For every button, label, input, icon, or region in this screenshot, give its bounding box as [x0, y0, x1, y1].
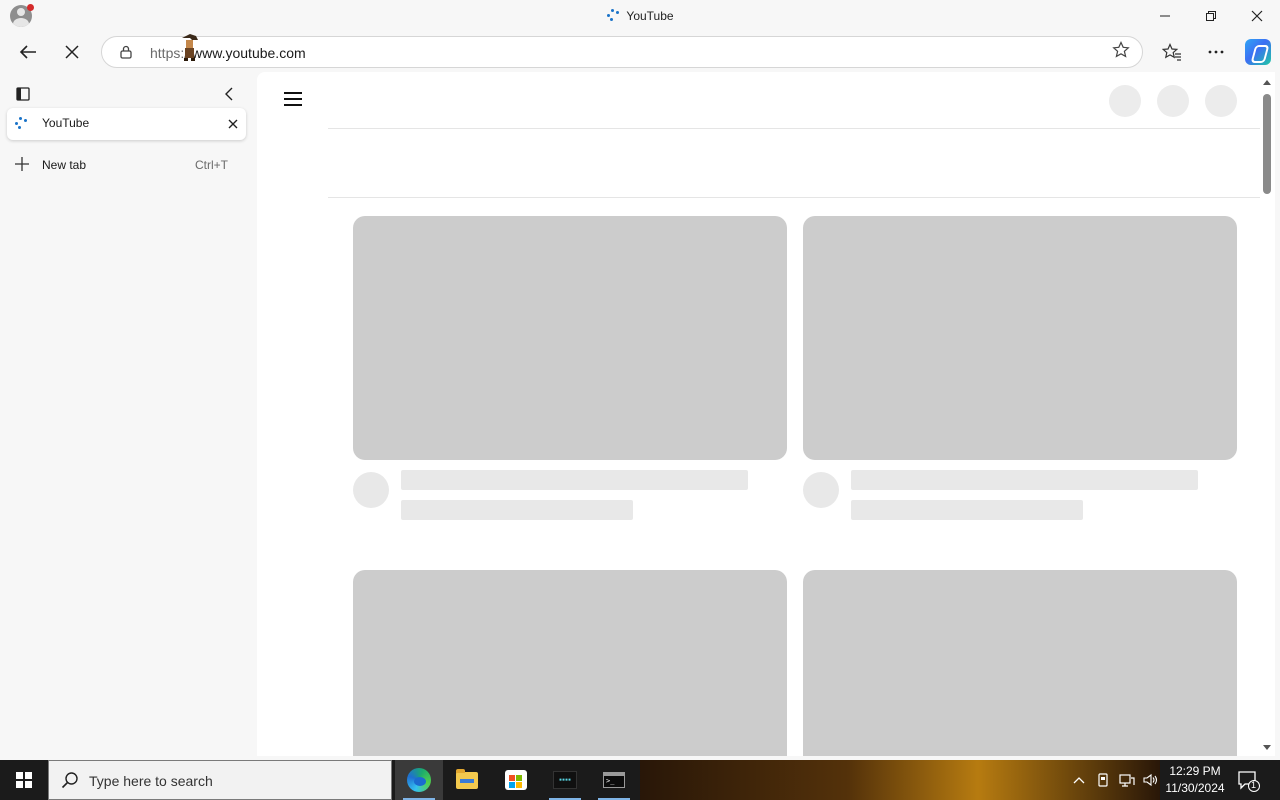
video-thumbnail-placeholder: [353, 216, 787, 460]
address-bar[interactable]: https://www.youtube.com: [101, 36, 1143, 68]
close-tab-button[interactable]: [228, 114, 238, 132]
close-window-button[interactable]: [1234, 0, 1280, 32]
settings-more-button[interactable]: [1200, 36, 1232, 68]
title-bar: YouTube: [0, 0, 1280, 34]
stop-loading-button[interactable]: [56, 36, 88, 68]
minimize-button[interactable]: [1142, 0, 1188, 32]
windows-logo-icon: [16, 772, 32, 788]
meta-line-placeholder: [851, 500, 1083, 520]
taskbar-file-explorer[interactable]: [443, 760, 491, 800]
add-favorite-button[interactable]: [1112, 41, 1130, 64]
guide-menu-icon[interactable]: [284, 92, 302, 106]
loading-spinner-icon: [606, 9, 620, 21]
video-thumbnail-placeholder: [803, 570, 1237, 756]
stop-loading-icon: [65, 45, 79, 59]
close-icon: [228, 119, 238, 129]
scroll-thumb[interactable]: [1263, 94, 1271, 194]
web-content: [257, 72, 1275, 756]
start-button[interactable]: [0, 760, 48, 800]
favorites-icon: [1162, 43, 1181, 61]
new-tab-shortcut: Ctrl+T: [195, 158, 228, 172]
vertical-tabs-panel: YouTube New tab Ctrl+T: [0, 72, 256, 756]
title-line-placeholder: [401, 470, 748, 490]
taskbar-search-box[interactable]: Type here to search: [48, 760, 392, 800]
placeholder-circle: [1109, 85, 1141, 117]
plus-icon: [14, 154, 30, 176]
placeholder-circle: [1157, 85, 1189, 117]
tab-actions-button[interactable]: [11, 82, 35, 106]
channel-avatar-placeholder: [353, 472, 389, 508]
chevron-left-icon: [225, 87, 233, 101]
clock-time: 12:29 PM: [1169, 764, 1221, 778]
url-host: www.youtube.com: [192, 45, 306, 61]
taskbar: Type here to search ▪▪▪▪ >_ 12:29 PM 11/…: [0, 760, 1280, 800]
meta-line-placeholder: [401, 500, 633, 520]
edge-icon: [407, 768, 431, 792]
more-icon: [1208, 50, 1224, 54]
url-text[interactable]: https://www.youtube.com: [150, 45, 306, 61]
window-title: YouTube: [0, 9, 1280, 23]
chips-divider: [328, 197, 1260, 198]
video-thumbnail-placeholder: [803, 216, 1237, 460]
taskbar-terminal[interactable]: >_: [590, 760, 638, 800]
tab-loading-spinner-icon: [14, 117, 28, 129]
file-explorer-icon: [456, 768, 478, 789]
terminal-icon: >_: [603, 772, 625, 788]
search-icon: [61, 772, 78, 789]
volume-icon: [1143, 773, 1158, 787]
favorites-button[interactable]: [1156, 36, 1188, 68]
close-icon: [1251, 10, 1263, 22]
device-icon: [1098, 773, 1108, 787]
restore-icon: [1206, 11, 1216, 21]
minimize-icon: [1160, 15, 1170, 17]
dark-app-icon: ▪▪▪▪: [553, 771, 577, 789]
video-thumbnail-placeholder: [353, 570, 787, 756]
taskbar-clock[interactable]: 12:29 PM 11/30/2024: [1160, 763, 1230, 797]
animated-cursor-icon: [182, 34, 198, 61]
scroll-down-arrow-icon[interactable]: [1263, 745, 1271, 750]
network-icon: [1119, 774, 1135, 787]
back-arrow-icon: [19, 45, 36, 59]
tray-network-button[interactable]: [1116, 760, 1138, 800]
notification-count: 1: [1251, 780, 1257, 790]
lock-icon[interactable]: [119, 45, 133, 59]
taskbar-edge[interactable]: [395, 760, 443, 800]
show-hidden-icons-button[interactable]: [1068, 760, 1090, 800]
placeholder-circle: [1205, 85, 1237, 117]
title-line-placeholder: [851, 470, 1198, 490]
taskbar-dark-app[interactable]: ▪▪▪▪: [541, 760, 589, 800]
chevron-up-icon: [1073, 777, 1085, 784]
new-tab-label: New tab: [42, 158, 87, 172]
tab-label: YouTube: [42, 116, 90, 130]
star-icon: [1112, 41, 1130, 58]
scroll-up-arrow-icon[interactable]: [1263, 80, 1271, 85]
clock-date: 11/30/2024: [1165, 781, 1225, 795]
channel-avatar-placeholder: [803, 472, 839, 508]
copilot-icon[interactable]: [1245, 39, 1271, 65]
page-scrollbar[interactable]: [1260, 78, 1274, 754]
search-placeholder: Type here to search: [89, 773, 213, 789]
tab-panel-icon: [16, 87, 30, 101]
tab-youtube[interactable]: YouTube: [7, 108, 246, 140]
restore-button[interactable]: [1188, 0, 1234, 32]
microsoft-store-icon: [505, 770, 527, 790]
window-title-text: YouTube: [626, 9, 674, 23]
back-button[interactable]: [12, 36, 44, 68]
tray-volume-button[interactable]: [1140, 760, 1162, 800]
new-tab-button[interactable]: New tab Ctrl+T: [8, 154, 248, 178]
header-divider: [328, 128, 1260, 129]
tray-device-button[interactable]: [1092, 760, 1114, 800]
collapse-panel-button[interactable]: [217, 82, 241, 106]
notification-icon: [1238, 771, 1260, 792]
notifications-button[interactable]: 1: [1236, 768, 1260, 792]
taskbar-store[interactable]: [492, 760, 540, 800]
